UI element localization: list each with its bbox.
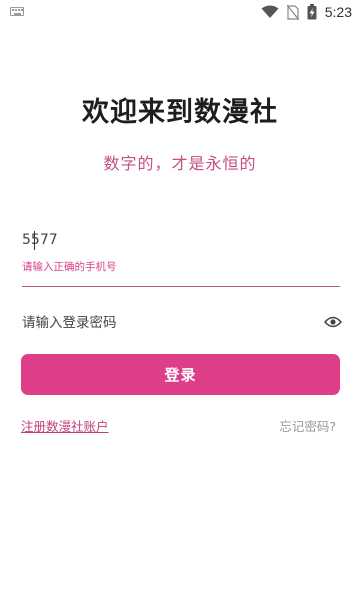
phone-input-underline bbox=[22, 286, 340, 287]
password-input[interactable] bbox=[22, 313, 312, 333]
status-bar: 5:23 bbox=[0, 0, 360, 24]
battery-charging-icon bbox=[307, 4, 317, 20]
keyboard-icon bbox=[10, 7, 24, 16]
phone-error-text: 请输入正确的手机号 bbox=[22, 261, 117, 273]
text-cursor bbox=[34, 231, 35, 250]
login-button[interactable]: 登录 bbox=[21, 354, 340, 395]
register-link[interactable]: 注册数漫社账户 bbox=[21, 416, 109, 435]
page-title: 欢迎来到数漫社 bbox=[82, 97, 278, 128]
eye-icon[interactable] bbox=[324, 314, 342, 330]
phone-input[interactable]: 5577 bbox=[22, 232, 58, 248]
no-sim-icon bbox=[286, 4, 299, 20]
page-subtitle: 数字的，才是永恒的 bbox=[103, 154, 257, 173]
wifi-icon bbox=[261, 5, 279, 18]
status-time: 5:23 bbox=[324, 4, 352, 20]
forgot-password-link[interactable]: 忘记密码? bbox=[279, 416, 336, 435]
